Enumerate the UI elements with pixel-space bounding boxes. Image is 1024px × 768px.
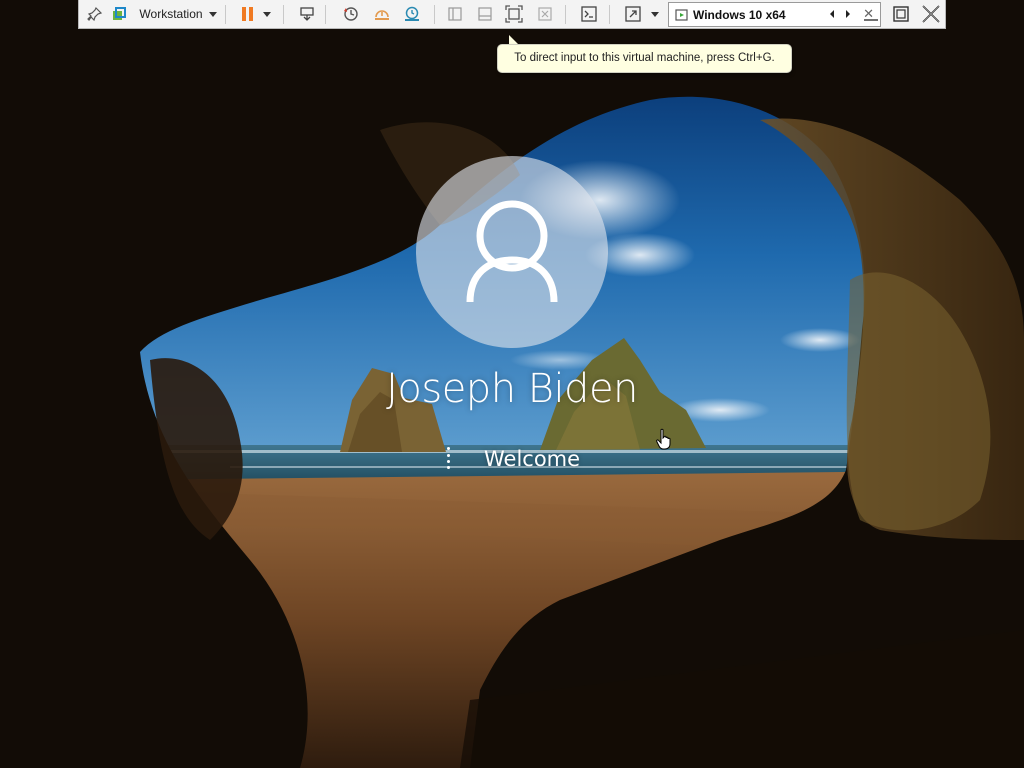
thumbnail-bar-icon[interactable] <box>473 3 497 25</box>
tooltip-pointer <box>509 35 518 44</box>
loading-spinner-icon <box>441 447 455 475</box>
workstation-menu[interactable]: Workstation <box>135 3 221 25</box>
chevron-down-icon <box>651 11 659 17</box>
vmware-toolbar: Workstation Windows 10 x64 ✕ <box>78 0 946 29</box>
toolbar-separator <box>225 5 226 24</box>
sidebar-toggle-icon[interactable] <box>443 3 467 25</box>
toolbar-separator <box>325 5 326 24</box>
vm-running-icon <box>675 8 689 22</box>
pin-icon[interactable] <box>83 3 107 25</box>
console-view-icon[interactable] <box>577 3 601 25</box>
snapshot-manager-icon[interactable] <box>400 3 424 25</box>
minimize-icon[interactable] <box>859 3 883 25</box>
vm-tab-label: Windows 10 x64 <box>693 7 786 22</box>
full-screen-icon[interactable] <box>502 3 526 25</box>
chevron-down-icon <box>263 11 271 17</box>
send-ctrl-alt-del-icon[interactable] <box>295 3 319 25</box>
vmware-logo-icon <box>107 3 131 25</box>
stretch-guest-icon[interactable] <box>621 3 645 25</box>
user-name: Joseph Biden <box>386 366 638 412</box>
snapshot-take-icon[interactable] <box>339 3 363 25</box>
workstation-menu-label: Workstation <box>139 7 203 21</box>
toolbar-separator <box>283 5 284 24</box>
toolbar-separator <box>565 5 566 24</box>
toolbar-separator <box>434 5 435 24</box>
pause-icon[interactable] <box>235 3 259 25</box>
unity-icon[interactable] <box>533 3 557 25</box>
toolbar-separator <box>609 5 610 24</box>
next-tab-icon[interactable] <box>841 3 855 25</box>
input-grab-tooltip: To direct input to this virtual machine,… <box>497 44 792 73</box>
login-status: Welcome <box>484 447 581 471</box>
stretch-options-dropdown[interactable] <box>648 3 662 25</box>
prev-tab-icon[interactable] <box>825 3 839 25</box>
power-options-dropdown[interactable] <box>259 3 275 25</box>
restore-icon[interactable] <box>889 3 913 25</box>
user-avatar <box>416 156 608 348</box>
hand-cursor-icon <box>656 428 671 450</box>
close-icon[interactable] <box>919 3 943 25</box>
snapshot-revert-icon[interactable] <box>370 3 394 25</box>
chevron-down-icon <box>208 11 217 17</box>
user-silhouette-icon <box>466 200 558 303</box>
